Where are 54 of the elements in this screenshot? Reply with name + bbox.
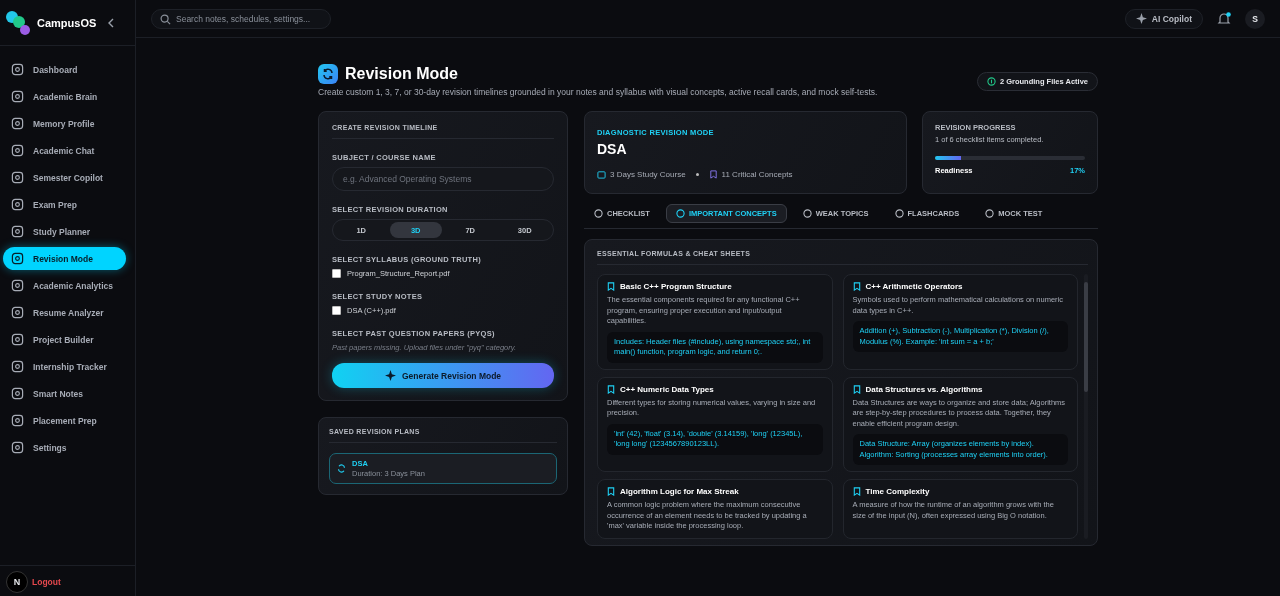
checkbox[interactable] bbox=[332, 306, 341, 315]
checkbox[interactable] bbox=[332, 269, 341, 278]
page-title: Revision Mode bbox=[345, 65, 458, 83]
bookmark-icon bbox=[607, 487, 615, 496]
logout-link[interactable]: Logout bbox=[32, 577, 61, 587]
bookmark-icon bbox=[675, 209, 685, 218]
concept-count: 11 Critical Concepts bbox=[721, 170, 793, 179]
course-duration: 3 Days Study Course bbox=[610, 170, 686, 179]
sidebar-item[interactable]: Settings bbox=[3, 436, 126, 459]
logo-icon bbox=[5, 10, 31, 36]
sidebar-item[interactable]: Academic Chat bbox=[3, 139, 126, 162]
concept-title: Time Complexity bbox=[865, 487, 930, 496]
concept-title: Basic C++ Program Structure bbox=[620, 282, 732, 291]
generate-button[interactable]: Generate Revision Mode bbox=[332, 363, 554, 388]
bookmark-icon bbox=[852, 384, 861, 394]
sparkle-icon bbox=[384, 370, 396, 381]
subject-input-field[interactable]: e.g. Advanced Operating Systems bbox=[332, 167, 554, 191]
course-title: DSA bbox=[597, 141, 628, 157]
avatar-circle[interactable]: N bbox=[6, 571, 28, 593]
check-circle-icon bbox=[594, 209, 603, 218]
concept-title: C++ Arithmetic Operators bbox=[865, 282, 963, 291]
collapse-chevron-icon[interactable] bbox=[107, 18, 115, 28]
sidebar-item[interactable]: Resume Analyzer bbox=[3, 301, 126, 324]
concept-title: C++ Numeric Data Types bbox=[620, 384, 714, 394]
sparkle-icon bbox=[1135, 13, 1147, 24]
brand-name: CampusOS bbox=[37, 17, 97, 29]
sidebar-item[interactable]: Smart Notes bbox=[3, 382, 126, 405]
bookmark-icon bbox=[607, 282, 615, 291]
scrollbar[interactable] bbox=[1084, 274, 1088, 539]
sidebar-item[interactable]: Academic Analytics bbox=[3, 274, 126, 297]
sidebar-item[interactable]: Project Builder bbox=[3, 328, 126, 351]
bookmark-icon bbox=[852, 282, 861, 291]
sidebar-item[interactable]: Exam Prep bbox=[3, 193, 126, 216]
bookmark-icon bbox=[708, 170, 718, 179]
search-icon bbox=[160, 14, 171, 25]
sidebar-item[interactable]: Study Planner bbox=[3, 220, 126, 243]
bookmark-icon bbox=[852, 487, 861, 496]
page-subtitle: Create custom 1, 3, 7, or 30-day revision timelines grounded in your notes and syllabus with visual concepts, active recall cards, and mock self-tests. bbox=[318, 87, 878, 97]
bookmark-icon bbox=[607, 384, 615, 394]
notification-bell-icon[interactable] bbox=[1217, 11, 1231, 26]
sidebar-item[interactable]: Academic Brain bbox=[3, 85, 126, 108]
sidebar-item[interactable]: Placement Prep bbox=[3, 409, 126, 432]
sidebar-item[interactable]: Revision Mode bbox=[3, 247, 126, 270]
concept-title: Data Structures vs. Algorithms bbox=[865, 384, 983, 394]
sidebar-item[interactable]: Dashboard bbox=[3, 58, 126, 81]
sidebar-item[interactable]: Internship Tracker bbox=[3, 355, 126, 378]
user-avatar[interactable]: S bbox=[1245, 8, 1265, 29]
separator-dot bbox=[695, 173, 699, 176]
sidebar-item[interactable]: Memory Profile bbox=[3, 112, 126, 135]
concept-title: Algorithm Logic for Max Streak bbox=[620, 487, 739, 496]
info-circle-icon bbox=[986, 77, 996, 86]
sidebar-item[interactable]: Semester Copilot bbox=[3, 166, 126, 189]
search-field[interactable]: Search notes, schedules, settings... bbox=[151, 9, 331, 29]
ai-copilot-button[interactable]: AI Copilot bbox=[1124, 8, 1203, 29]
